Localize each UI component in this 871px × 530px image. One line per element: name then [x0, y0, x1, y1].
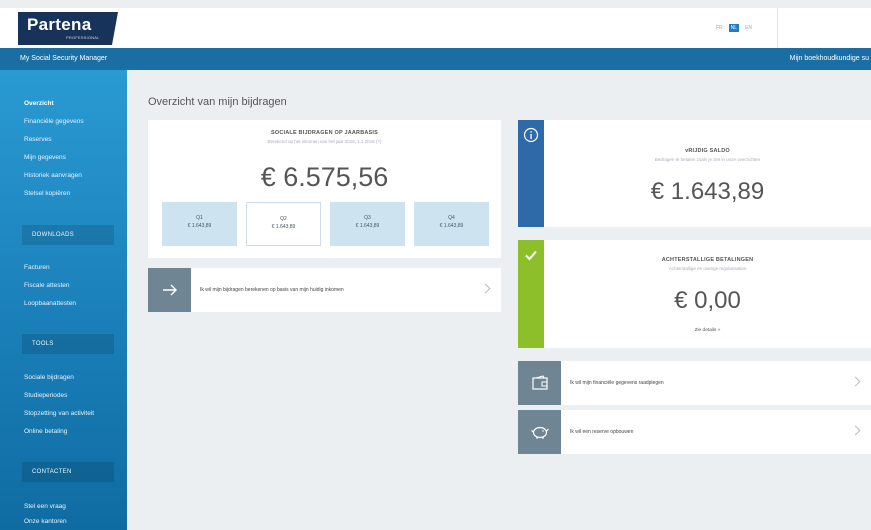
sidebar-item-historiek[interactable]: Historiek aanvragen: [24, 172, 82, 179]
financial-data-label: Ik wil mijn financiële gegevens raadpleg…: [570, 380, 664, 386]
quarter-list: Q1 € 1.643,89 Q2 € 1.643,89 Q3 € 1.643,8…: [162, 202, 489, 246]
arrears-title: ACHTERSTALLIGE BETALINGEN: [661, 257, 754, 263]
sidebar-item-stel-een-vraag[interactable]: Stel een vraag: [24, 503, 66, 510]
chevron-right-icon: [480, 283, 491, 294]
contributions-subtitle: Berekend op het inkomen van het jaar 201…: [267, 139, 382, 144]
quarter-label: Q4: [448, 215, 455, 221]
sidebar-item-onze-kantoren[interactable]: Onze kantoren: [24, 518, 67, 525]
quarter-box-q2[interactable]: Q2 € 1.643,89: [246, 202, 321, 246]
sidebar-section-contacten: CONTACTEN: [22, 462, 114, 482]
lang-nl[interactable]: NL: [728, 24, 740, 32]
sidebar-item-loopbaanattesten[interactable]: Loopbaanattesten: [24, 300, 76, 307]
info-status-bar: [518, 120, 544, 227]
sidebar: Overzicht Financiële gegevens Reserves M…: [0, 70, 127, 530]
sidebar-item-sociale-bijdragen[interactable]: Sociale bijdragen: [24, 374, 74, 381]
language-switcher: FR NL EN: [714, 24, 754, 32]
quarter-value: € 1.643,89: [271, 224, 296, 230]
info-icon: [523, 127, 539, 143]
sidebar-item-fiscale-attesten[interactable]: Fiscale attesten: [24, 282, 70, 289]
reserve-label: Ik wil een reserve opbouwen: [570, 429, 634, 435]
chevron-right-icon: [850, 425, 861, 436]
accounting-link[interactable]: Mijn boekhoudkundige su: [790, 55, 869, 62]
sidebar-item-online-betaling[interactable]: Online betaling: [24, 428, 67, 435]
sidebar-item-overzicht[interactable]: Overzicht: [24, 100, 54, 107]
quarter-value: € 1.643,89: [439, 223, 464, 229]
balance-title: vRIJDIG SALDO: [685, 148, 730, 154]
recalculate-action[interactable]: Ik wil mijn bijdragen berekenen op basis…: [148, 268, 501, 312]
sidebar-item-financiele-gegevens[interactable]: Financiële gegevens: [24, 118, 84, 125]
reserve-action[interactable]: Ik wil een reserve opbouwen: [518, 410, 871, 454]
lang-en[interactable]: EN: [743, 24, 754, 32]
balance-subtitle: Bedragen te betalen zoals je ziet in onz…: [654, 157, 761, 162]
app-title: My Social Security Manager: [20, 55, 108, 62]
sidebar-item-facturen[interactable]: Facturen: [24, 264, 50, 271]
top-header: Partena PROFESSIONAL FR NL EN: [0, 8, 871, 48]
arrears-amount: € 0,00: [674, 287, 741, 314]
logo-text: Partena: [27, 15, 92, 34]
arrow-right-icon: [148, 268, 191, 312]
wallet-icon: [518, 361, 561, 405]
recalculate-label: Ik wil mijn bijdragen berekenen op basis…: [200, 287, 344, 293]
logo-subtitle: PROFESSIONAL: [66, 35, 100, 40]
piggy-bank-icon: [518, 410, 561, 454]
partena-logo[interactable]: Partena PROFESSIONAL: [18, 12, 118, 45]
quarter-label: Q2: [280, 216, 287, 222]
quarter-box-q3[interactable]: Q3 € 1.643,89: [330, 202, 405, 246]
contributions-amount: € 6.575,56: [260, 162, 389, 192]
checkmark-icon: [525, 250, 537, 261]
quarter-value: € 1.643,89: [355, 223, 380, 229]
contributions-card: SOCIALE BIJDRAGEN OP JAARBASIS Berekend …: [148, 120, 501, 258]
quarter-value: € 1.643,89: [187, 223, 212, 229]
arrears-subtitle: Achterstallige en overige regularisaties: [668, 266, 747, 271]
sidebar-item-stopzetting[interactable]: Stopzetting van activiteit: [24, 410, 94, 417]
header-divider: [777, 8, 778, 48]
success-status-bar: [518, 240, 544, 348]
sidebar-section-tools: TOOLS: [22, 334, 114, 354]
quarter-box-q4[interactable]: Q4 € 1.643,89: [414, 202, 489, 246]
contributions-title: SOCIALE BIJDRAGEN OP JAARBASIS: [270, 130, 379, 136]
balance-amount: € 1.643,89: [650, 178, 765, 205]
lang-fr[interactable]: FR: [714, 24, 725, 32]
page-title: Overzicht van mijn bijdragen: [148, 96, 287, 108]
app-bar: My Social Security Manager Mijn boekhoud…: [0, 48, 871, 70]
arrears-details-link[interactable]: Zie details »: [544, 328, 871, 333]
sidebar-item-mijn-gegevens[interactable]: Mijn gegevens: [24, 154, 66, 161]
sidebar-item-reserves[interactable]: Reserves: [24, 136, 51, 143]
chevron-right-icon: [850, 376, 861, 387]
balance-card: vRIJDIG SALDO Bedragen te betalen zoals …: [518, 120, 871, 227]
financial-data-action[interactable]: Ik wil mijn financiële gegevens raadpleg…: [518, 361, 871, 405]
sidebar-section-downloads: DOWNLOADS: [22, 225, 114, 245]
quarter-box-q1[interactable]: Q1 € 1.643,89: [162, 202, 237, 246]
quarter-label: Q1: [196, 215, 203, 221]
quarter-label: Q3: [364, 215, 371, 221]
sidebar-item-stelsel[interactable]: Stelsel kopiëren: [24, 190, 70, 197]
arrears-card: ACHTERSTALLIGE BETALINGEN Achterstallige…: [518, 240, 871, 348]
sidebar-item-studieperiodes[interactable]: Studieperiodes: [24, 392, 67, 399]
